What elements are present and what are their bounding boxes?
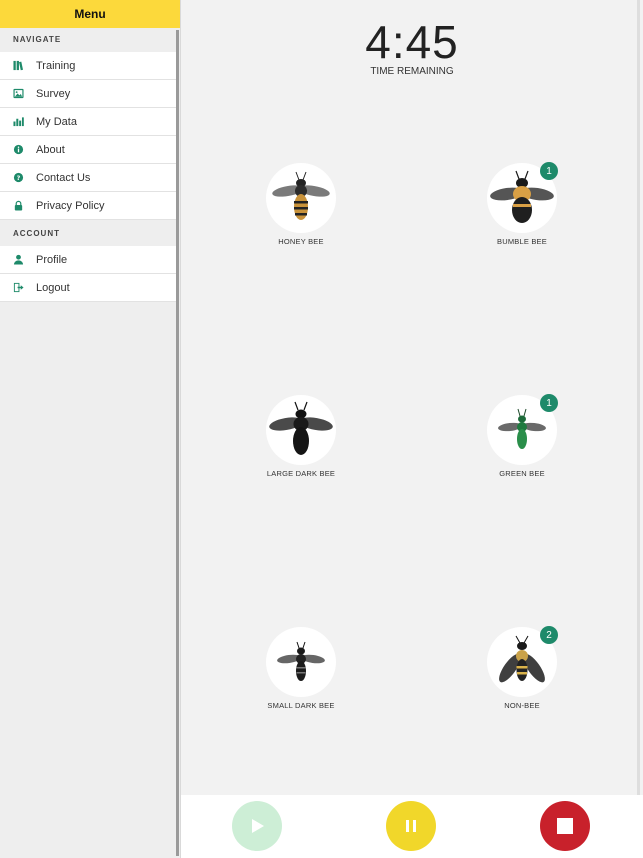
bee-image-circle [266,163,336,233]
non-bee-icon [499,635,545,683]
menu-item-contact-us[interactable]: ? Contact Us [0,164,176,192]
menu-item-logout[interactable]: Logout [0,274,176,302]
menu-item-label: Training [36,59,76,72]
bar-chart-icon [0,116,36,127]
bee-image-circle: 1 [487,394,558,465]
pause-button[interactable] [386,801,436,851]
play-icon [252,819,264,833]
bee-image-circle [266,395,336,465]
main-scrollbar[interactable] [637,0,640,795]
menu-item-label: Privacy Policy [36,199,105,212]
lock-icon [0,200,36,211]
svg-text:?: ? [16,174,20,182]
navigate-section-title: NAVIGATE [13,35,62,44]
menu-item-about[interactable]: About [0,136,176,164]
bee-option-large-dark-bee[interactable]: LARGE DARK BEE [241,395,361,478]
bee-image-circle: 1 [487,162,558,233]
image-icon [0,88,36,99]
menu-item-survey[interactable]: Survey [0,80,176,108]
bee-option-small-dark-bee[interactable]: SMALL DARK BEE [241,627,361,710]
pause-icon [406,820,416,832]
bee-count-badge: 1 [540,394,558,412]
stop-icon [557,818,573,834]
bee-count-badge: 2 [540,626,558,644]
bee-option-non-bee[interactable]: 2 NON-BEE [462,626,582,710]
playback-controls [181,795,643,858]
bee-name: GREEN BEE [499,469,545,478]
help-icon: ? [0,172,36,183]
timer-label: TIME REMAINING [370,66,454,77]
menu-item-label: Profile [36,253,68,266]
small-dark-bee-icon [277,641,325,681]
menu-item-label: Logout [36,281,70,294]
menu-item-profile[interactable]: Profile [0,246,176,274]
bee-name: HONEY BEE [278,237,324,246]
library-icon [0,60,36,71]
survey-main: 4:45 TIME REMAINING HONEY BEE 1 BUMBLE B… [181,0,643,858]
stop-button[interactable] [540,801,590,851]
bee-name: LARGE DARK BEE [266,469,336,478]
menu-item-privacy-policy[interactable]: Privacy Policy [0,192,176,220]
sidebar: Menu NAVIGATE Training Survey My Data Ab… [0,0,180,858]
account-section-title: ACCOUNT [13,229,60,238]
bee-image-circle [266,627,336,697]
info-icon [0,144,36,155]
sidebar-header: Menu [0,0,180,28]
honey-bee-icon [272,171,330,220]
menu-item-my-data[interactable]: My Data [0,108,176,136]
menu-item-label: About [36,143,65,156]
large-dark-bee-icon [269,401,333,455]
bee-image-circle: 2 [487,626,558,697]
logout-icon [0,282,36,293]
sidebar-scrollbar[interactable] [176,30,179,856]
play-button[interactable] [232,801,282,851]
menu-item-label: Contact Us [36,171,91,184]
bee-option-green-bee[interactable]: 1 GREEN BEE [462,394,582,478]
bee-name: NON-BEE [504,701,540,710]
bee-name: SMALL DARK BEE [267,701,335,710]
menu-item-label: My Data [36,115,77,128]
timer-display: 4:45 [365,16,459,68]
bee-option-honey-bee[interactable]: HONEY BEE [241,163,361,246]
bee-count-badge: 1 [540,162,558,180]
menu-item-training[interactable]: Training [0,52,176,80]
bee-name: BUMBLE BEE [497,237,547,246]
menu-title: Menu [74,7,106,21]
green-bee-icon [498,408,546,449]
person-icon [0,254,36,265]
menu-item-label: Survey [36,87,71,100]
bee-option-bumble-bee[interactable]: 1 BUMBLE BEE [462,162,582,246]
